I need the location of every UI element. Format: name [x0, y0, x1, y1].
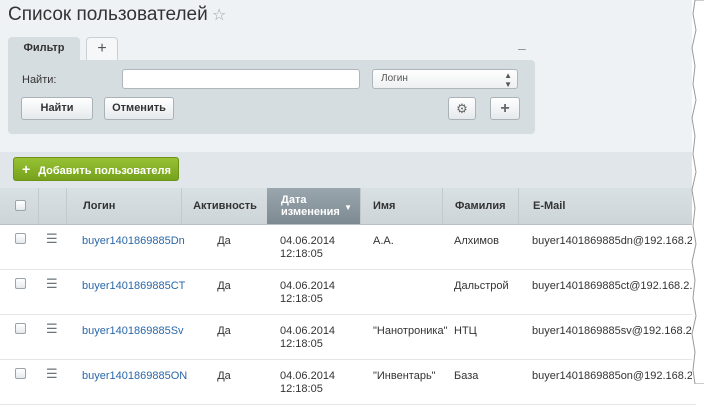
select-all-checkbox[interactable]	[15, 200, 26, 211]
name-cell: "Инвентарь"	[373, 370, 436, 382]
torn-edge	[691, 0, 704, 384]
column-date[interactable]: Дата изменения ▼	[267, 188, 360, 224]
row-checkbox[interactable]	[15, 233, 26, 244]
email-cell: buyer1401869885on@192.168.2.51	[532, 370, 704, 382]
column-name[interactable]: Имя	[360, 188, 442, 224]
plus-button[interactable]: +	[490, 97, 520, 120]
email-cell: buyer1401869885dn@192.168.2.51	[532, 235, 704, 247]
hamburger-icon[interactable]: ☰	[46, 231, 58, 247]
filter-panel: Найти: Логин ▲ ▼ Найти Отменить ⚙ +	[8, 60, 535, 134]
gear-icon[interactable]: ⚙	[448, 97, 476, 120]
add-user-label: Добавить пользователя	[38, 165, 171, 177]
table-row[interactable]: ☰ buyer1401869885Dn Да 04.06.2014 12:18:05 А.…	[0, 225, 704, 270]
field-select[interactable]: Логин ▲ ▼	[372, 69, 518, 89]
active-cell: Да	[217, 235, 231, 247]
row-checkbox[interactable]	[15, 278, 26, 289]
hamburger-icon[interactable]: ☰	[46, 276, 58, 292]
column-surname[interactable]: Фамилия	[442, 188, 518, 224]
find-button[interactable]: Найти	[21, 97, 93, 120]
field-select-value: Логин	[381, 73, 408, 84]
surname-cell: Алхимов	[454, 235, 499, 247]
add-user-button[interactable]: + Добавить пользователя	[13, 157, 179, 181]
login-link[interactable]: buyer1401869885CT	[82, 280, 185, 292]
date-cell: 04.06.2014 12:18:05	[280, 370, 335, 396]
page-title: Список пользователей	[8, 4, 208, 25]
email-cell: buyer1401869885sv@192.168.2.51	[532, 325, 704, 337]
row-checkbox[interactable]	[15, 368, 26, 379]
minimize-icon[interactable]: –	[518, 40, 526, 56]
active-cell: Да	[217, 280, 231, 292]
time-value: 12:18:05	[280, 293, 323, 305]
active-cell: Да	[217, 325, 231, 337]
row-checkbox[interactable]	[15, 323, 26, 334]
surname-cell: База	[454, 370, 479, 382]
surname-cell: НТЦ	[454, 325, 477, 337]
plus-icon: +	[22, 161, 31, 177]
login-link[interactable]: buyer1401869885Sv	[82, 325, 184, 337]
surname-cell: Дальстрой	[454, 280, 509, 292]
find-label: Найти:	[22, 74, 57, 86]
page: Список пользователей ☆ Фильтр + – Найти:…	[0, 0, 704, 405]
date-cell: 04.06.2014 12:18:05	[280, 325, 335, 351]
date-value: 04.06.2014	[280, 325, 336, 337]
date-cell: 04.06.2014 12:18:05	[280, 235, 335, 261]
column-email[interactable]: E-Mail	[518, 188, 696, 224]
login-link[interactable]: buyer1401869885ON	[82, 370, 187, 382]
table-row[interactable]: ☰ buyer1401869885Sv Да 04.06.2014 12:18:05 "Н…	[0, 315, 704, 360]
table-row[interactable]: ☰ buyer1401869885ON Да 04.06.2014 12:18:05 "И…	[0, 360, 704, 405]
email-cell: buyer1401869885ct@192.168.2.51	[532, 280, 704, 292]
name-cell: А.А.	[373, 235, 394, 247]
table-row[interactable]: ☰ buyer1401869885CT Да 04.06.2014 12:18:05 Да…	[0, 270, 704, 315]
date-value: 04.06.2014	[280, 280, 336, 292]
column-date-label: Дата изменения	[281, 194, 340, 218]
name-cell: "Нанотроника"	[373, 325, 448, 337]
time-value: 12:18:05	[280, 248, 323, 260]
tab-filter[interactable]: Фильтр	[8, 37, 80, 60]
time-value: 12:18:05	[280, 338, 323, 350]
header-actions	[38, 188, 67, 224]
login-link[interactable]: buyer1401869885Dn	[82, 235, 185, 247]
select-arrows-icon: ▲ ▼	[504, 71, 512, 89]
column-active[interactable]: Активность	[181, 188, 268, 224]
search-input[interactable]	[122, 69, 360, 89]
date-value: 04.06.2014	[280, 370, 336, 382]
cancel-button[interactable]: Отменить	[104, 97, 174, 120]
star-icon[interactable]: ☆	[212, 5, 226, 25]
hamburger-icon[interactable]: ☰	[46, 366, 58, 382]
sort-down-icon: ▼	[344, 203, 352, 212]
hamburger-icon[interactable]: ☰	[46, 321, 58, 337]
date-cell: 04.06.2014 12:18:05	[280, 280, 335, 306]
add-tab-button[interactable]: +	[86, 37, 118, 60]
active-cell: Да	[217, 370, 231, 382]
column-login[interactable]: Логин	[66, 188, 181, 224]
date-value: 04.06.2014	[280, 235, 336, 247]
time-value: 12:18:05	[280, 383, 323, 395]
